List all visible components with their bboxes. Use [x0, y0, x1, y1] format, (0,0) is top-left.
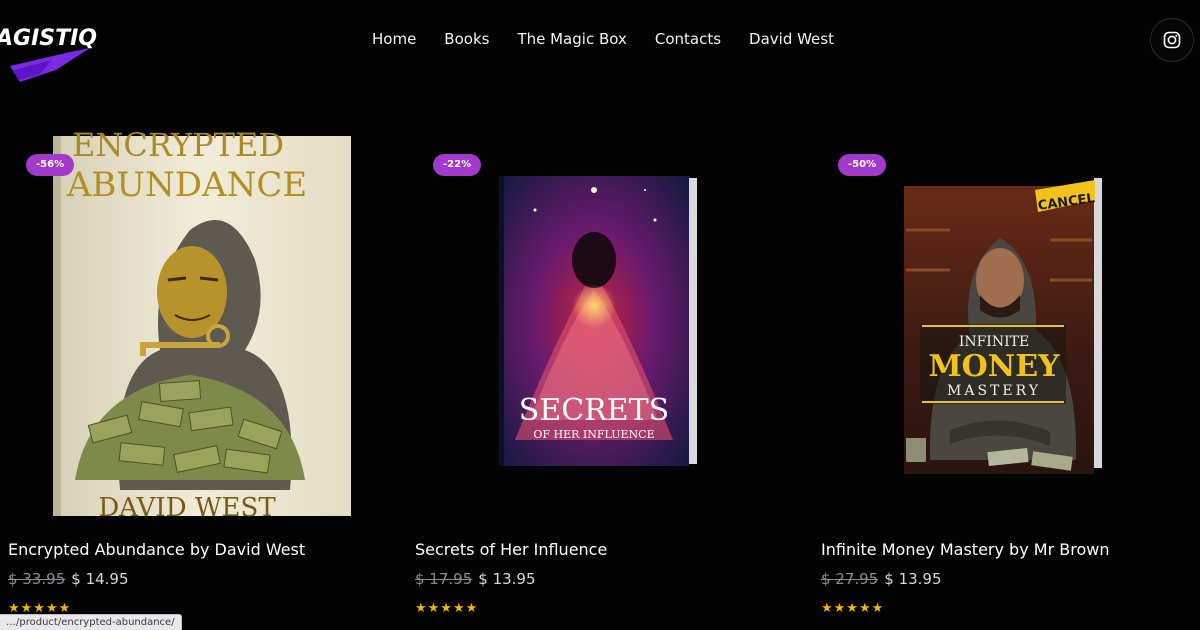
product-card-infinite-money-mastery[interactable]: CANCEL INFINITE MONEY MASTERY -50% Infin… — [810, 120, 1200, 630]
cover-title-line2: MONEY — [928, 349, 1060, 384]
product-title[interactable]: Infinite Money Mastery by Mr Brown — [821, 540, 1109, 559]
nav-link-contacts[interactable]: Contacts — [641, 28, 735, 50]
discount-badge: -22% — [433, 154, 482, 176]
rating-stars: ★★★★★ — [415, 601, 479, 616]
cover-title-line1: ENCRYPTED — [72, 126, 284, 164]
product-prices: $ 27.95 $ 13.95 — [821, 570, 942, 588]
old-price: $ 17.95 — [415, 570, 473, 588]
product-card-encrypted-abundance[interactable]: ENCRYPTED ABUNDANCE DAVID WEST -56% Encr… — [0, 120, 390, 630]
new-price: $ 14.95 — [71, 570, 129, 588]
browser-status-bar: …/product/encrypted-abundance/ — [0, 614, 182, 630]
new-price: $ 13.95 — [478, 570, 536, 588]
product-image[interactable]: CANCEL INFINITE MONEY MASTERY -50% — [810, 120, 1200, 520]
old-price: $ 27.95 — [821, 570, 879, 588]
cover-title-line1: INFINITE — [959, 334, 1029, 350]
cover-author: DAVID WEST — [98, 493, 276, 520]
instagram-button[interactable] — [1150, 18, 1194, 62]
old-price: $ 33.95 — [8, 570, 66, 588]
cover-title-line3: MASTERY — [947, 383, 1041, 399]
product-prices: $ 17.95 $ 13.95 — [415, 570, 536, 588]
product-card-secrets-of-her-influence[interactable]: SECRETS OF HER INFLUENCE -22% Secrets of… — [405, 120, 795, 630]
nav-link-home[interactable]: Home — [358, 28, 430, 50]
cover-title-line2: ABUNDANCE — [66, 165, 307, 205]
discount-badge: -50% — [838, 154, 887, 176]
instagram-icon — [1163, 31, 1181, 49]
new-price: $ 13.95 — [884, 570, 942, 588]
logo-swoosh-icon — [10, 48, 90, 82]
product-title[interactable]: Encrypted Abundance by David West — [8, 540, 305, 559]
nav-link-david-west[interactable]: David West — [735, 28, 848, 50]
product-title[interactable]: Secrets of Her Influence — [415, 540, 607, 559]
brand-logo[interactable]: AGISTIQ — [0, 14, 106, 82]
product-image[interactable]: ENCRYPTED ABUNDANCE DAVID WEST -56% — [0, 120, 390, 523]
main-nav: Home Books The Magic Box Contacts David … — [358, 28, 848, 50]
rating-stars: ★★★★★ — [821, 601, 885, 616]
cover-title-line2: OF HER INFLUENCE — [533, 428, 654, 441]
cover-title-line1: SECRETS — [519, 393, 669, 428]
product-prices: $ 33.95 $ 14.95 — [8, 570, 129, 588]
product-image[interactable]: SECRETS OF HER INFLUENCE -22% — [405, 120, 795, 520]
nav-link-books[interactable]: Books — [430, 28, 503, 50]
nav-link-magic-box[interactable]: The Magic Box — [503, 28, 640, 50]
discount-badge: -56% — [26, 154, 75, 176]
